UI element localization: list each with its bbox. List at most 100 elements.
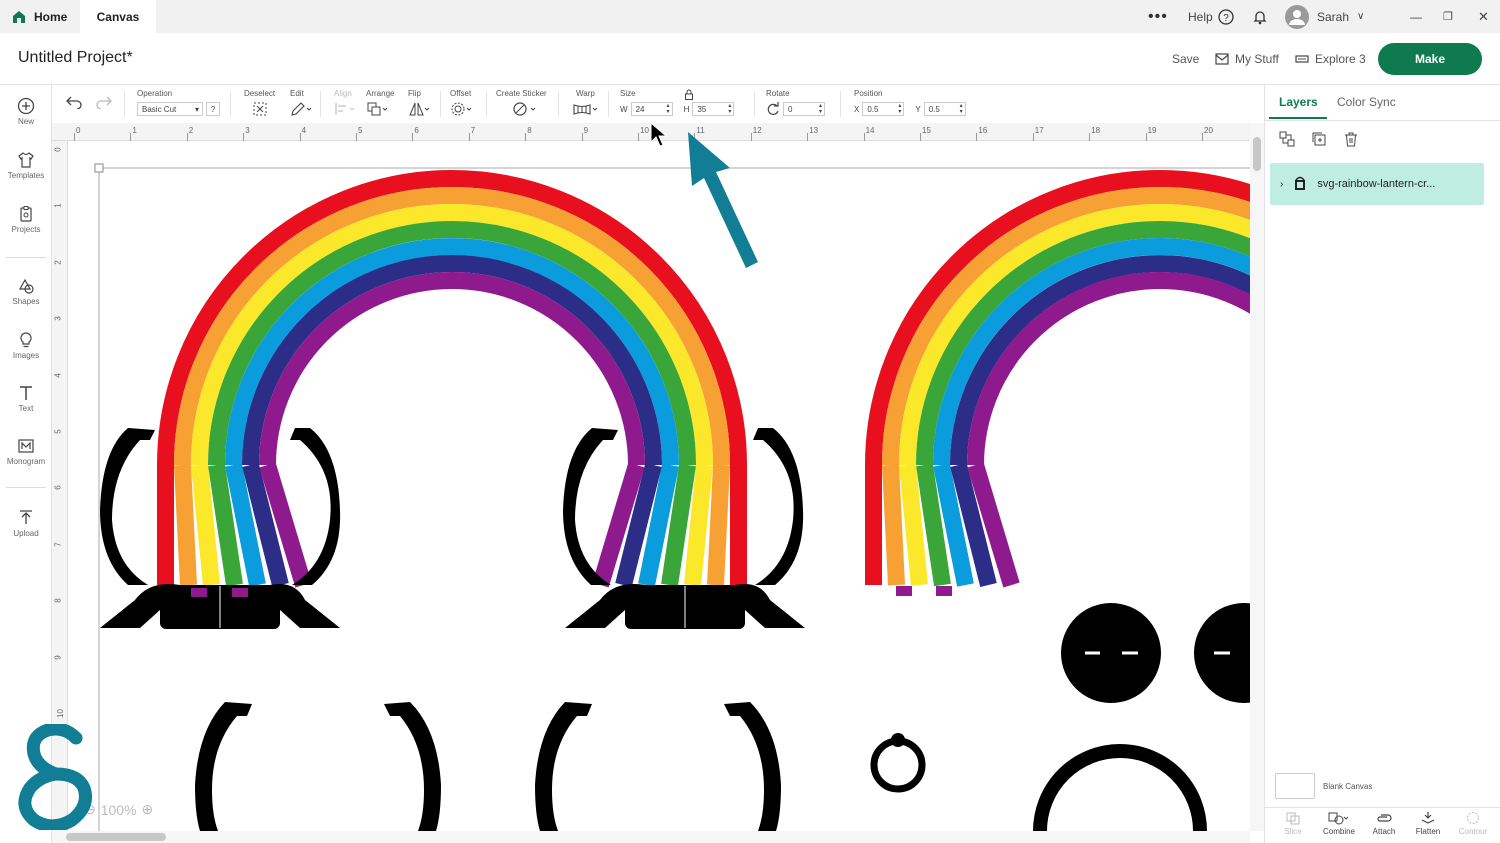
ruler-tick — [74, 133, 75, 141]
panel-divider — [1265, 120, 1500, 121]
contour-button[interactable]: Contour — [1451, 811, 1495, 836]
sidebar-item-templates[interactable]: Templates — [0, 151, 52, 180]
contour-label: Contour — [1458, 827, 1488, 836]
group-icon[interactable] — [1279, 131, 1295, 147]
ring-piece[interactable] — [870, 733, 926, 793]
circle-lid-pieces[interactable] — [1033, 603, 1250, 831]
operation-value: Basic Cut — [142, 104, 177, 114]
ruler-tick-label: 9 — [53, 654, 63, 660]
undo-button[interactable] — [66, 95, 82, 125]
stepper-icon: ▴ ▾ — [898, 103, 902, 115]
operation-select[interactable]: Basic Cut ▾ — [137, 102, 203, 116]
ruler-tick — [299, 133, 301, 141]
project-bar: Untitled Project* Save My Stuff Explore … — [0, 33, 1500, 85]
active-tab-indicator — [1269, 117, 1327, 119]
zoom-in-icon[interactable]: ⊕ — [142, 801, 154, 818]
sidebar-item-text[interactable]: Text — [0, 384, 52, 413]
project-title[interactable]: Untitled Project* — [18, 49, 133, 67]
rainbow-band — [684, 464, 713, 586]
flatten-button[interactable]: Flatten — [1406, 811, 1450, 836]
user-menu[interactable]: Sarah ∨ — [1285, 0, 1364, 33]
sidebar-item-images[interactable]: Images — [0, 331, 52, 360]
vertical-scroll-thumb[interactable] — [1253, 137, 1261, 171]
my-stuff-button[interactable]: My Stuff — [1215, 52, 1279, 66]
tab-color-sync[interactable]: Color Sync — [1337, 95, 1396, 109]
rotate-input[interactable]: 0 ▴ ▾ — [783, 102, 825, 116]
ruler-tick — [412, 133, 414, 141]
rainbow-arc-right[interactable] — [865, 170, 1251, 601]
shapes-icon — [18, 278, 34, 294]
horizontal-scroll-thumb[interactable] — [66, 833, 166, 841]
sidebar-item-label: Monogram — [6, 457, 46, 466]
tab-canvas[interactable]: Canvas — [80, 0, 156, 33]
redo-button[interactable] — [96, 95, 112, 125]
sidebar-item-label: Upload — [13, 529, 39, 538]
slice-button[interactable]: Slice — [1271, 811, 1315, 836]
arrange-icon — [367, 102, 388, 116]
x-position-input[interactable]: 0.5 ▴ ▾ — [862, 102, 905, 116]
lantern-side-pieces[interactable] — [195, 702, 781, 831]
ruler-tick-label: 4 — [53, 372, 63, 378]
operation-label: Operation — [137, 89, 173, 98]
sidebar-item-label: Images — [12, 351, 40, 360]
vertical-scrollbar[interactable] — [1250, 123, 1264, 831]
width-input[interactable]: 24 ▴ ▾ — [630, 102, 673, 116]
attach-button[interactable]: Attach — [1362, 811, 1406, 836]
ruler-tick-label: 5 — [53, 429, 63, 434]
sidebar-item-new[interactable]: New — [0, 97, 52, 126]
offset-label: Offset — [450, 89, 472, 98]
more-menu-button[interactable]: ••• — [1148, 0, 1168, 33]
user-name: Sarah — [1317, 9, 1350, 24]
minimize-button[interactable]: — — [1410, 0, 1422, 33]
combine-button[interactable]: Combine — [1317, 811, 1361, 836]
create-sticker-label: Create Sticker — [496, 89, 547, 98]
make-button[interactable]: Make — [1378, 43, 1482, 75]
blank-canvas-setting[interactable]: Blank Canvas — [1275, 773, 1372, 799]
redo-icon — [96, 96, 112, 110]
save-button[interactable]: Save — [1172, 52, 1199, 66]
rainbow-arc-left[interactable] — [157, 170, 747, 601]
tab-layers[interactable]: Layers — [1279, 95, 1318, 109]
stepper-icon: ▴ ▾ — [666, 103, 670, 115]
design-canvas[interactable] — [68, 141, 1250, 831]
rotate-icon — [767, 102, 779, 115]
ruler-tick — [130, 133, 132, 141]
y-position-input[interactable]: 0.5 ▴ ▾ — [923, 102, 966, 116]
close-button[interactable]: ✕ — [1478, 0, 1489, 33]
notifications-button[interactable] — [1252, 0, 1268, 33]
machine-icon — [1295, 55, 1309, 63]
restore-button[interactable]: ❐ — [1443, 0, 1453, 33]
align-icon — [335, 103, 355, 115]
help-button[interactable]: Help ? — [1188, 0, 1234, 33]
ruler-tick — [1202, 133, 1203, 141]
ruler-tick-label: 0 — [76, 126, 81, 135]
sidebar-item-shapes[interactable]: Shapes — [0, 277, 52, 306]
lock-icon[interactable] — [684, 89, 694, 100]
rainbow-band — [882, 464, 905, 586]
sidebar-item-monogram[interactable]: Monogram — [0, 437, 52, 466]
edit-label: Edit — [290, 89, 304, 98]
sidebar-item-upload[interactable]: Upload — [0, 509, 52, 538]
text-icon — [20, 386, 32, 400]
duplicate-icon[interactable] — [1311, 131, 1327, 147]
horizontal-scrollbar[interactable] — [52, 831, 1250, 843]
machine-select-button[interactable]: Explore 3 — [1295, 52, 1366, 66]
rainbow-band — [707, 464, 730, 586]
flip-icon — [409, 102, 430, 116]
ruler-tick-label: 6 — [414, 126, 419, 135]
close-icon: ✕ — [1478, 8, 1489, 24]
ruler-tick — [243, 133, 245, 141]
chevron-right-icon[interactable]: › — [1280, 179, 1283, 190]
attach-label: Attach — [1372, 827, 1396, 836]
ruler-tick-label: 0 — [53, 147, 63, 152]
ruler-tick-label: 14 — [865, 126, 875, 135]
height-input[interactable]: 35 ▴ ▾ — [692, 102, 735, 116]
sidebar-item-projects[interactable]: Projects — [0, 205, 52, 234]
tab-home[interactable]: Home — [0, 0, 80, 33]
toolbar-divider — [840, 91, 841, 117]
paperclip-icon — [1377, 814, 1392, 822]
layer-item[interactable]: › svg-rainbow-lantern-cr... — [1270, 163, 1484, 205]
operation-help-button[interactable]: ? — [206, 102, 220, 116]
layer-name: svg-rainbow-lantern-cr... — [1317, 178, 1436, 190]
trash-icon[interactable] — [1343, 131, 1359, 147]
